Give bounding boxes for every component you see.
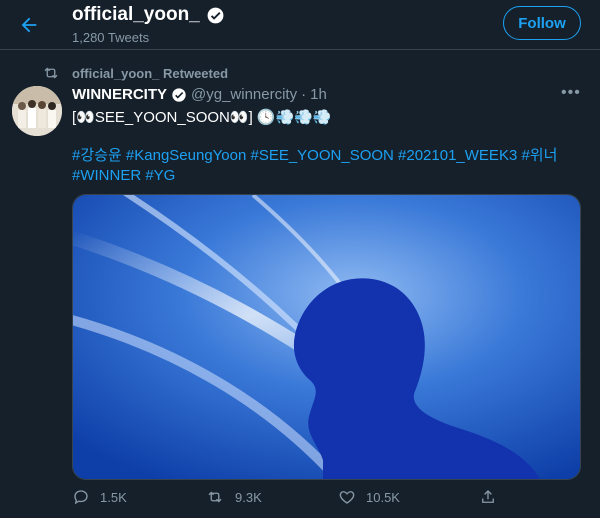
more-icon: •••	[561, 84, 581, 101]
like-count: 10.5K	[366, 489, 400, 505]
hashtags-line-1[interactable]: #강승윤 #KangSeungYoon #SEE_YOON_SOON #2021…	[72, 146, 572, 166]
profile-name-text: official_yoon_	[72, 4, 200, 25]
retweet-icon	[44, 67, 58, 79]
verified-badge-icon	[172, 87, 186, 102]
reply-icon	[74, 490, 88, 505]
retweet-notice: official_yoon_ Retweeted	[42, 64, 228, 82]
profile-name: official_yoon_	[72, 4, 225, 26]
reply-button[interactable]: 1.5K	[72, 488, 205, 506]
share-icon	[482, 490, 494, 503]
tweet-text: [👀SEE_YOON_SOON👀] 🕓💨💨💨	[72, 108, 332, 126]
more-button[interactable]: •••	[561, 84, 581, 102]
avatar[interactable]	[12, 86, 62, 136]
retweet-notice-text: official_yoon_ Retweeted	[72, 65, 229, 81]
like-button[interactable]: 10.5K	[338, 488, 471, 506]
silhouette-image	[73, 195, 580, 479]
retweet-count: 9.3K	[235, 489, 262, 505]
author-name[interactable]: WINNERCITY	[72, 86, 167, 103]
heart-icon	[339, 491, 355, 504]
follow-button[interactable]: Follow	[503, 6, 581, 40]
share-button[interactable]	[479, 488, 497, 506]
retweet-button[interactable]: 9.3K	[205, 488, 338, 506]
tweet-media-image[interactable]	[72, 194, 581, 480]
profile-header: official_yoon_ 1,280 Tweets Follow	[0, 0, 600, 50]
hashtags: #강승윤 #KangSeungYoon #SEE_YOON_SOON #2021…	[72, 146, 572, 186]
arrow-left-icon	[21, 17, 37, 33]
tweet-actions: 1.5K 9.3K 10.5K	[72, 488, 502, 506]
back-button[interactable]	[14, 10, 44, 40]
reply-count: 1.5K	[100, 489, 127, 505]
verified-badge-icon	[207, 7, 224, 23]
separator: ·	[301, 86, 307, 103]
tweet-author: WINNERCITY @yg_winnercity · 1h	[72, 86, 327, 103]
tweet-time[interactable]: 1h	[310, 86, 327, 103]
retweet-icon	[208, 491, 222, 503]
tweet-count: 1,280 Tweets	[72, 30, 150, 45]
tweet-text-content: [👀SEE_YOON_SOON👀] 🕓💨💨💨	[72, 109, 332, 126]
author-handle[interactable]: @yg_winnercity	[191, 86, 297, 103]
hashtags-line-2[interactable]: #WINNER #YG	[72, 166, 572, 186]
